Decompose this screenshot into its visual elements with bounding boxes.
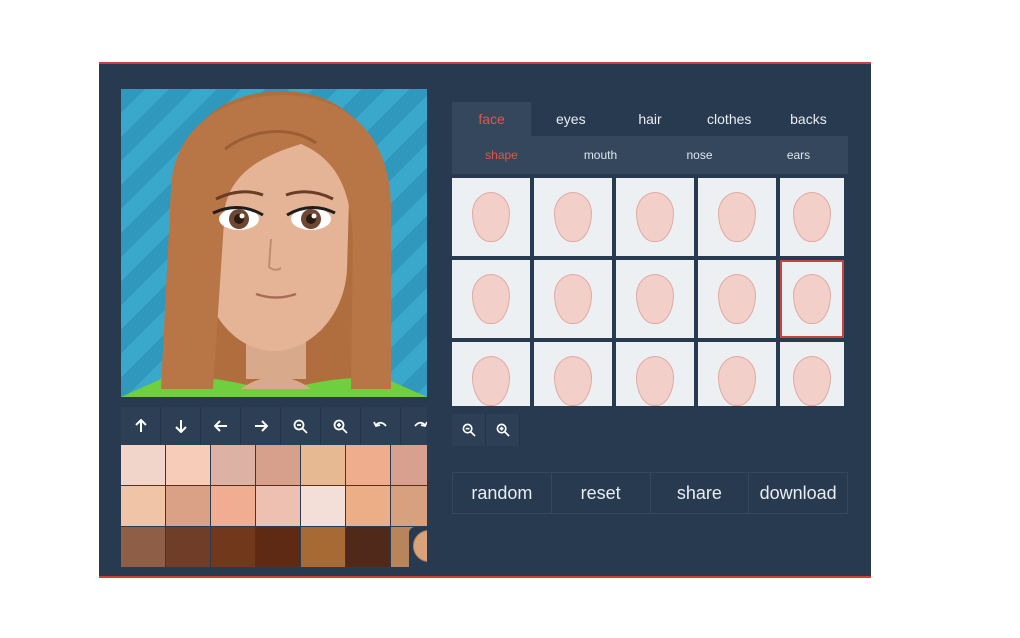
face-shape-thumbnail	[793, 274, 831, 324]
undo-button[interactable]	[361, 407, 401, 445]
skin-color-swatch[interactable]	[391, 486, 427, 527]
subtab-ears[interactable]: ears	[749, 136, 848, 174]
face-shape-thumbnail	[793, 192, 831, 242]
swatch-row	[121, 486, 427, 527]
swatch-row	[121, 527, 427, 568]
face-shape-option[interactable]	[698, 260, 776, 338]
face-shape-thumbnail	[636, 274, 674, 324]
zoom-in-icon	[333, 419, 348, 434]
subtab-nose[interactable]: nose	[650, 136, 749, 174]
skin-color-swatch[interactable]	[301, 445, 346, 486]
face-shape-thumbnail	[472, 192, 510, 242]
options-zoom-out-button[interactable]	[452, 414, 486, 446]
face-shape-option[interactable]	[534, 178, 612, 256]
options-zoom-controls	[452, 414, 520, 446]
avatar-maker-panel: face eyes hair clothes backs shape mouth…	[99, 62, 871, 578]
skin-color-swatch[interactable]	[211, 486, 256, 527]
face-shape-option[interactable]	[452, 178, 530, 256]
action-bar: random reset share download	[452, 472, 848, 514]
face-shape-thumbnail	[554, 274, 592, 324]
face-shape-option[interactable]	[780, 260, 844, 338]
move-up-button[interactable]	[121, 407, 161, 445]
zoom-in-icon	[496, 423, 510, 437]
face-shape-thumbnail	[472, 356, 510, 406]
swatch-row	[121, 445, 427, 486]
tab-clothes[interactable]: clothes	[690, 102, 769, 136]
options-zoom-in-button[interactable]	[486, 414, 520, 446]
face-shape-thumbnail	[472, 274, 510, 324]
skin-color-swatch[interactable]	[301, 486, 346, 527]
skin-color-swatch[interactable]	[121, 486, 166, 527]
face-shape-thumbnail	[718, 274, 756, 324]
skin-color-swatch[interactable]	[211, 445, 256, 486]
transform-toolbar	[121, 407, 427, 445]
skin-color-swatch[interactable]	[166, 486, 211, 527]
face-shape-thumbnail	[636, 356, 674, 406]
download-button[interactable]: download	[749, 473, 847, 513]
skin-color-swatch[interactable]	[121, 445, 166, 486]
skin-color-swatch[interactable]	[256, 445, 301, 486]
face-shape-option[interactable]	[616, 342, 694, 406]
tab-backs[interactable]: backs	[769, 102, 848, 136]
skin-color-swatch[interactable]	[346, 527, 391, 568]
face-shape-thumbnail	[793, 356, 831, 406]
subcategory-tabs: shape mouth nose ears	[452, 136, 848, 174]
face-shape-option[interactable]	[452, 260, 530, 338]
share-button[interactable]: share	[651, 473, 750, 513]
category-tabs: face eyes hair clothes backs	[452, 102, 848, 136]
face-shape-option[interactable]	[616, 178, 694, 256]
skin-color-swatch[interactable]	[346, 445, 391, 486]
tab-face[interactable]: face	[452, 102, 532, 136]
skin-color-swatch[interactable]	[256, 486, 301, 527]
skin-color-swatch[interactable]	[346, 486, 391, 527]
arrow-up-icon	[134, 419, 147, 432]
face-shape-options-grid	[452, 178, 848, 406]
arrow-down-icon	[174, 420, 187, 433]
zoom-out-icon	[462, 423, 476, 437]
face-shape-thumbnail	[554, 192, 592, 242]
tab-hair[interactable]: hair	[610, 102, 689, 136]
avatar-illustration	[121, 89, 427, 397]
face-shape-thumbnail	[718, 356, 756, 406]
avatar-preview	[121, 89, 427, 397]
skin-color-swatch[interactable]	[256, 527, 301, 568]
selected-color-dot	[413, 530, 427, 562]
random-button[interactable]: random	[453, 473, 552, 513]
tab-eyes[interactable]: eyes	[531, 102, 610, 136]
skin-color-swatch[interactable]	[121, 527, 166, 568]
face-shape-option[interactable]	[534, 342, 612, 406]
face-shape-thumbnail	[636, 192, 674, 242]
face-shape-option[interactable]	[780, 178, 844, 256]
face-shape-option[interactable]	[534, 260, 612, 338]
subtab-mouth[interactable]: mouth	[551, 136, 650, 174]
reset-button[interactable]: reset	[552, 473, 651, 513]
move-left-button[interactable]	[201, 407, 241, 445]
subtab-shape[interactable]: shape	[452, 136, 551, 174]
skin-color-swatch[interactable]	[166, 527, 211, 568]
arrow-left-icon	[213, 420, 227, 432]
zoom-out-icon	[293, 419, 308, 434]
face-shape-option[interactable]	[616, 260, 694, 338]
skin-color-swatch[interactable]	[211, 527, 256, 568]
face-shape-option[interactable]	[698, 178, 776, 256]
face-shape-option[interactable]	[452, 342, 530, 406]
face-shape-option[interactable]	[698, 342, 776, 406]
skin-color-swatch[interactable]	[301, 527, 346, 568]
zoom-out-button[interactable]	[281, 407, 321, 445]
skin-color-swatch[interactable]	[166, 445, 211, 486]
redo-icon	[414, 421, 427, 428]
undo-icon	[373, 421, 387, 428]
face-shape-thumbnail	[718, 192, 756, 242]
arrow-right-icon	[254, 420, 268, 432]
face-shape-thumbnail	[554, 356, 592, 406]
selected-color-indicator[interactable]	[409, 527, 427, 568]
move-right-button[interactable]	[241, 407, 281, 445]
zoom-in-button[interactable]	[321, 407, 361, 445]
skin-color-swatch[interactable]	[391, 445, 427, 486]
skin-color-palette	[121, 445, 427, 568]
face-shape-option[interactable]	[780, 342, 844, 406]
redo-button[interactable]	[401, 407, 427, 445]
move-down-button[interactable]	[161, 407, 201, 445]
